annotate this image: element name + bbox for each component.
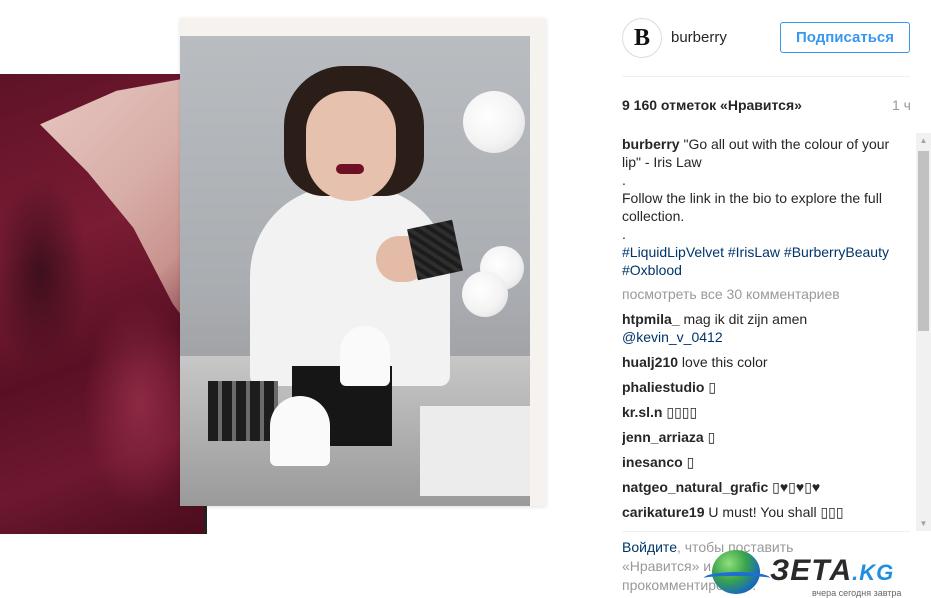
likes-count[interactable]: 9 160 отметок «Нравится» [622, 97, 802, 113]
comment: carikature19 U must! You shall ▯▯▯ [622, 503, 896, 521]
watermark-tld: .KG [852, 560, 895, 585]
comment: kr.sl.n ▯▯▯▯ [622, 403, 896, 421]
post-image[interactable] [0, 0, 600, 598]
comment-author[interactable]: jenn_arriaza [622, 429, 704, 445]
hashtag-link[interactable]: #LiquidLipVelvet [622, 244, 724, 260]
hashtag-link[interactable]: #IrisLaw [728, 244, 780, 260]
comment-author[interactable]: hualj210 [622, 354, 678, 370]
comment: jenn_arriaza ▯ [622, 428, 896, 446]
follow-button[interactable]: Подписаться [780, 22, 910, 53]
comment: phaliestudio ▯ [622, 378, 896, 396]
watermark-brand: ЗЕТА.KG [770, 554, 894, 588]
caption-text: Follow the link in the bio to explore th… [622, 190, 882, 224]
caption-separator: . [622, 172, 626, 188]
comment-text: ▯ [707, 429, 716, 445]
comment-author[interactable]: kr.sl.n [622, 404, 662, 420]
comment-text: U must! You shall ▯▯▯ [708, 504, 844, 520]
caption: burberry "Go all out with the colour of … [622, 135, 896, 279]
compact-mirror [407, 219, 463, 281]
comments-scrollbar[interactable]: ▲ ▼ [916, 133, 931, 531]
comment-author[interactable]: phaliestudio [622, 379, 704, 395]
swoosh-icon [704, 572, 770, 584]
comment: htpmila_ mag ik dit zijn amen @kevin_v_0… [622, 310, 896, 346]
post-header: B burberry Подписаться [622, 16, 910, 60]
comment-text: ▯ [708, 379, 717, 395]
post-time[interactable]: 1 ч [892, 97, 911, 113]
comment: hualj210 love this color [622, 353, 896, 371]
comment: inesanco ▯ [622, 453, 896, 471]
login-link[interactable]: Войдите [622, 539, 677, 555]
avatar[interactable]: B [622, 18, 662, 58]
watermark-brand-name: ЗЕТА [770, 554, 853, 587]
divider [622, 531, 910, 532]
mention-link[interactable]: @kevin_v_0412 [622, 328, 896, 346]
hashtag-link[interactable]: #Oxblood [622, 262, 682, 278]
makeup-bottles [208, 381, 278, 441]
model-photo [180, 36, 530, 506]
comment-author[interactable]: htpmila_ [622, 311, 680, 327]
tissue [340, 326, 390, 386]
comment-text: ▯♥▯♥▯♥ [772, 479, 821, 495]
comment-author[interactable]: carikature19 [622, 504, 705, 520]
post-panel: B burberry Подписаться 9 160 отметок «Нр… [600, 0, 931, 598]
scroll-up-arrow-icon[interactable]: ▲ [916, 133, 931, 148]
makeup-case [420, 406, 530, 496]
scroll-down-arrow-icon[interactable]: ▼ [916, 516, 931, 531]
comment-text: ▯▯▯▯ [666, 404, 698, 420]
vanity-bulb [463, 91, 525, 153]
caption-hashtags: #LiquidLipVelvet #IrisLaw #BurberryBeaut… [622, 243, 896, 279]
watermark-logo: ЗЕТА.KG вчера сегодня завтра [704, 548, 931, 598]
caption-author[interactable]: burberry [622, 136, 680, 152]
comment-author[interactable]: inesanco [622, 454, 683, 470]
watermark-tagline: вчера сегодня завтра [812, 588, 902, 598]
face [306, 91, 396, 201]
vanity-bulb [462, 271, 508, 317]
comment-text: ▯ [686, 454, 695, 470]
divider [622, 76, 910, 77]
comment-author[interactable]: natgeo_natural_grafic [622, 479, 768, 495]
caption-separator: . [622, 226, 626, 242]
lips [336, 164, 364, 174]
hashtag-link[interactable]: #BurberryBeauty [784, 244, 889, 260]
tissue [270, 396, 330, 466]
comment-text: mag ik dit zijn amen [683, 311, 808, 327]
comment: natgeo_natural_grafic ▯♥▯♥▯♥ [622, 478, 896, 496]
comments-list[interactable]: burberry "Go all out with the colour of … [622, 135, 896, 527]
view-all-comments-link[interactable]: посмотреть все 30 комментариев [622, 285, 896, 303]
polaroid-frame [180, 18, 546, 506]
scroll-thumb[interactable] [918, 151, 929, 331]
username-link[interactable]: burberry [671, 29, 727, 46]
comment-text: love this color [681, 354, 768, 370]
